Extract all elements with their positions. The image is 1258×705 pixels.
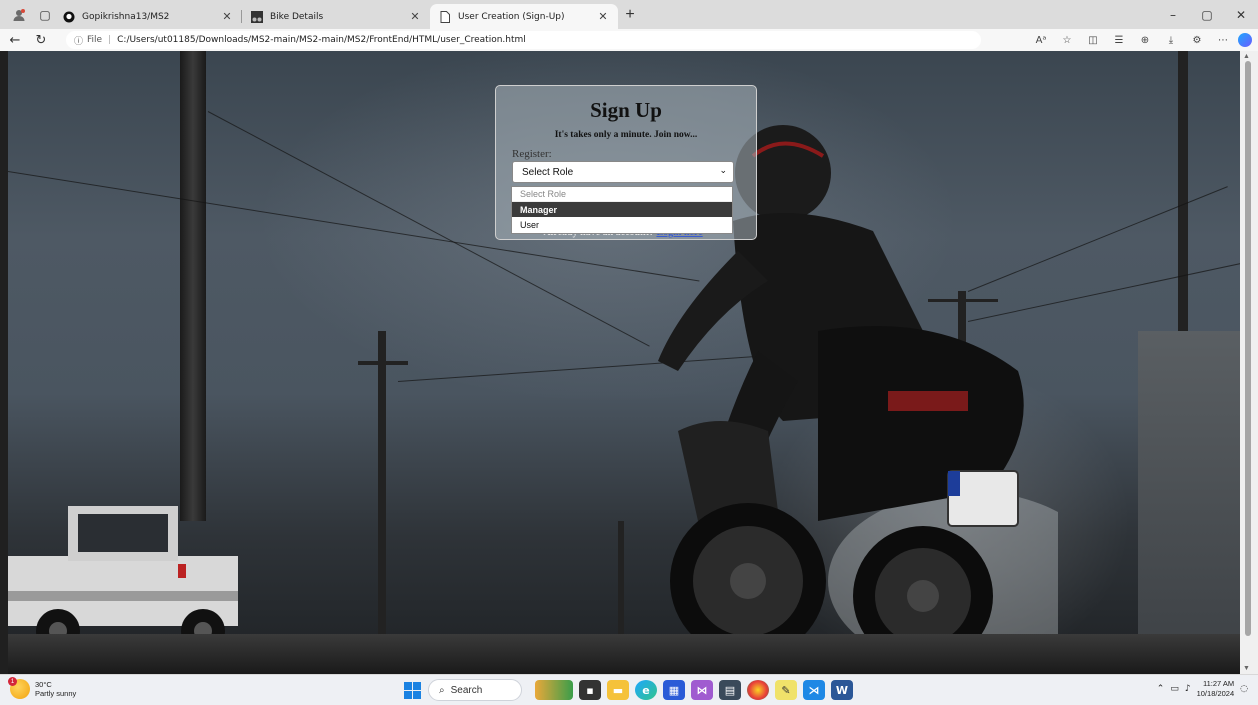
split-screen-icon[interactable]: ◫ — [1082, 31, 1104, 49]
signup-title: Sign Up — [590, 98, 662, 122]
system-tray: ⌃ ▭ ♪ 11:27 AM 10/18/2024 ◌ — [1157, 679, 1248, 699]
sun-icon: 1 — [8, 677, 30, 699]
edge-icon[interactable]: e — [635, 680, 657, 700]
tab-user-creation[interactable]: User Creation (Sign-Up) ✕ — [430, 4, 618, 29]
task-view-icon[interactable]: ▪ — [579, 680, 601, 700]
search-placeholder: Search — [450, 684, 483, 696]
utility-pole — [378, 331, 386, 651]
weather-temp: 30°C — [35, 680, 52, 689]
windows-taskbar: 1 30°C Partly sunny ⌕ Search ▪ ▬ e ▦ ⋈ ▤… — [0, 674, 1258, 705]
signup-subtitle: It's takes only a minute. Join now... — [554, 130, 698, 140]
role-option-user[interactable]: User — [512, 217, 732, 232]
close-icon[interactable]: ✕ — [220, 10, 234, 23]
utility-pole — [180, 51, 206, 521]
taskbar-apps: ▪ ▬ e ▦ ⋈ ▤ ✎ ⋊ W — [535, 680, 853, 700]
info-icon[interactable]: ⓘ — [74, 34, 83, 47]
protocol-label: File — [87, 35, 103, 45]
pickup-truck-image — [8, 506, 238, 653]
tab-actions-icon[interactable]: ▢ — [36, 6, 54, 24]
role-select-value: Select Role — [522, 166, 574, 178]
tab-label: Bike Details — [270, 11, 324, 22]
pole-crossbar — [358, 361, 408, 365]
github-icon — [62, 10, 76, 24]
collections-icon[interactable]: ⊕ — [1134, 31, 1156, 49]
file-explorer-icon[interactable]: ▬ — [607, 680, 629, 700]
notification-bell-icon[interactable]: ◌ — [1240, 684, 1248, 694]
chevron-up-icon[interactable]: ⌃ — [1157, 684, 1165, 694]
scroll-thumb[interactable] — [1245, 61, 1251, 636]
tab-label: Gopikrishna13/MS2 — [82, 11, 170, 22]
divider: | — [108, 35, 112, 45]
tab-github[interactable]: Gopikrishna13/MS2 ✕ — [54, 4, 242, 29]
widgets-icon[interactable] — [535, 680, 573, 700]
utility-pole — [618, 521, 624, 651]
bike-icon — [250, 10, 264, 24]
role-option-select-role: Select Role — [512, 187, 732, 202]
clock-time: 11:27 AM — [1203, 679, 1235, 688]
store-icon[interactable]: ▦ — [663, 680, 685, 700]
window-controls: – ▢ ✕ — [1156, 0, 1258, 29]
more-icon[interactable]: ⋯ — [1212, 31, 1234, 49]
scroll-down-icon[interactable]: ▼ — [1243, 665, 1250, 672]
tab-bike-details[interactable]: Bike Details ✕ — [242, 4, 430, 29]
role-option-manager[interactable]: Manager — [512, 202, 732, 217]
weather-widget[interactable]: 1 30°C Partly sunny — [8, 677, 77, 699]
downloads-icon[interactable]: ⤓ — [1160, 31, 1182, 49]
minimize-button[interactable]: – — [1156, 0, 1190, 29]
building — [1138, 331, 1240, 651]
register-label: Register: — [512, 148, 552, 160]
terminal-icon[interactable]: ▤ — [719, 680, 741, 700]
browser-toolbar: ← ↻ ⓘ File | C:/Users/ut01185/Downloads/… — [0, 29, 1258, 51]
page-scrollbar[interactable]: ▲ ▼ — [1240, 51, 1258, 674]
close-icon[interactable]: ✕ — [408, 10, 422, 23]
extensions-icon[interactable]: ⚙ — [1186, 31, 1208, 49]
favorite-star-icon[interactable]: ☆ — [1056, 31, 1078, 49]
vscode-icon[interactable]: ⋊ — [803, 680, 825, 700]
new-tab-button[interactable]: + — [618, 3, 642, 27]
clock[interactable]: 11:27 AM 10/18/2024 — [1197, 679, 1235, 699]
favorites-icon[interactable]: ☰ — [1108, 31, 1130, 49]
role-dropdown-list: Select Role Manager User — [511, 186, 733, 234]
windows-start-icon[interactable] — [404, 682, 421, 699]
chevron-down-icon: ⌄ — [719, 166, 727, 176]
word-icon[interactable]: W — [831, 680, 853, 700]
role-select[interactable]: Select Role ⌄ — [512, 161, 734, 183]
tab-label: User Creation (Sign-Up) — [458, 11, 565, 22]
copilot-icon[interactable] — [1238, 33, 1252, 47]
volume-icon[interactable]: ♪ — [1185, 684, 1191, 694]
url-text: C:/Users/ut01185/Downloads/MS2-main/MS2-… — [117, 35, 526, 45]
toolbar-actions: Aᵃ ☆ ◫ ☰ ⊕ ⤓ ⚙ ⋯ — [1030, 31, 1252, 49]
clock-date: 10/18/2024 — [1196, 689, 1235, 698]
back-icon[interactable]: ← — [4, 30, 26, 50]
network-icon[interactable]: ▭ — [1170, 684, 1179, 694]
chrome-icon[interactable] — [747, 680, 769, 700]
weather-desc: Partly sunny — [35, 689, 77, 698]
address-bar[interactable]: ⓘ File | C:/Users/ut01185/Downloads/MS2-… — [66, 31, 981, 49]
taskbar-search[interactable]: ⌕ Search — [428, 679, 522, 701]
close-window-button[interactable]: ✕ — [1224, 0, 1258, 29]
paint-icon[interactable]: ✎ — [775, 680, 797, 700]
search-icon: ⌕ — [439, 684, 445, 696]
page-icon — [438, 10, 452, 24]
visual-studio-icon[interactable]: ⋈ — [691, 680, 713, 700]
browser-tab-strip: ▢ Gopikrishna13/MS2 ✕ Bike Details ✕ Use… — [0, 0, 1258, 29]
close-icon[interactable]: ✕ — [596, 10, 610, 23]
restore-button[interactable]: ▢ — [1190, 0, 1224, 29]
scroll-up-icon[interactable]: ▲ — [1243, 53, 1250, 60]
street — [8, 634, 1240, 674]
weather-badge: 1 — [8, 677, 17, 686]
read-aloud-icon[interactable]: Aᵃ — [1030, 31, 1052, 49]
profile-icon[interactable] — [10, 6, 28, 24]
screen: ▢ Gopikrishna13/MS2 ✕ Bike Details ✕ Use… — [0, 0, 1258, 705]
refresh-icon[interactable]: ↻ — [30, 30, 52, 50]
